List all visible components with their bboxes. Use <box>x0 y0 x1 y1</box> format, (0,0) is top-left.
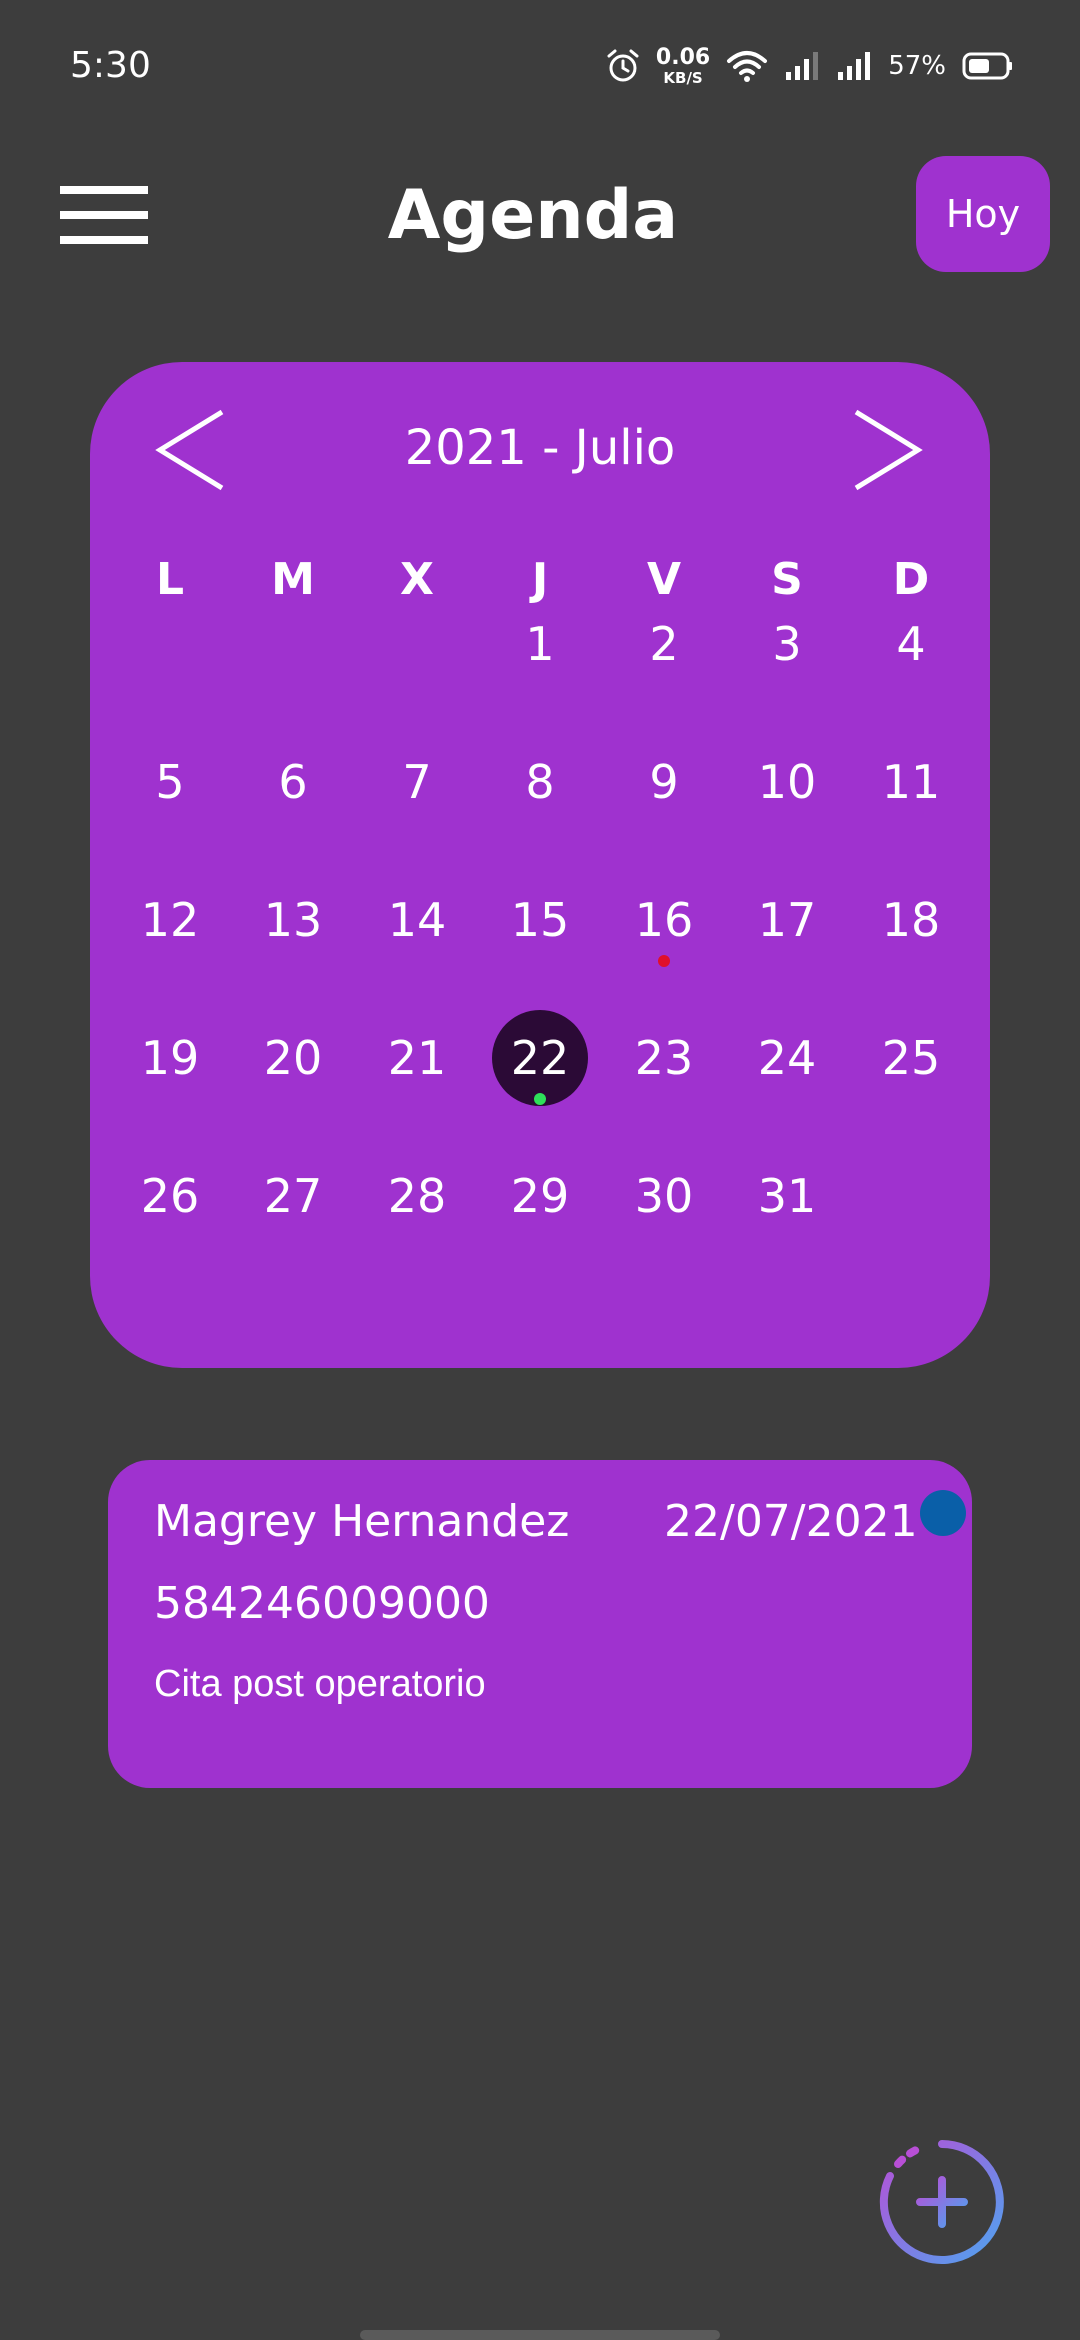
calendar-month-label: 2021 - Julio <box>404 420 676 476</box>
appointment-name: Magrey Hernandez <box>154 1496 570 1547</box>
calendar-day-number: 11 <box>881 755 941 809</box>
calendar-day-number: 22 <box>510 1031 570 1085</box>
calendar-day-number: 5 <box>155 755 185 809</box>
calendar-day-number: 4 <box>896 617 926 671</box>
appointment-phone: 584246009000 <box>154 1578 490 1629</box>
calendar-day-number: 23 <box>634 1031 694 1085</box>
calendar-day[interactable]: 13 <box>238 865 348 975</box>
net-speed: 0.06 KB/S <box>655 44 711 87</box>
calendar-day[interactable]: 8 <box>485 727 595 837</box>
alarm-icon <box>606 48 640 84</box>
calendar-day-number: 28 <box>387 1169 447 1223</box>
calendar-day[interactable]: 15 <box>485 865 595 975</box>
chevron-left-icon[interactable] <box>150 400 230 500</box>
calendar-day[interactable]: 17 <box>732 865 842 975</box>
calendar-day-number: 7 <box>402 755 432 809</box>
event-marker-dot <box>658 955 670 967</box>
calendar-day-number: 30 <box>634 1169 694 1223</box>
calendar-day-number: 31 <box>757 1169 817 1223</box>
calendar-day[interactable]: 4 <box>856 589 966 699</box>
calendar-day[interactable]: 1 <box>485 589 595 699</box>
calendar-day-number: 15 <box>510 893 570 947</box>
home-indicator <box>360 2330 720 2340</box>
weekday-label: X <box>400 554 434 605</box>
calendar-day[interactable]: 31 <box>732 1141 842 1251</box>
calendar-day-number: 9 <box>649 755 679 809</box>
add-appointment-button[interactable] <box>876 2136 1008 2268</box>
appointment-note: Cita post operatorio <box>154 1663 486 1705</box>
battery-icon <box>962 51 1014 81</box>
net-speed-value: 0.06 <box>655 44 711 70</box>
status-time: 5:30 <box>70 45 151 86</box>
calendar-day[interactable]: 25 <box>856 1003 966 1113</box>
calendar-day[interactable]: 24 <box>732 1003 842 1113</box>
calendar-day-number: 3 <box>772 617 802 671</box>
calendar-day-number: 18 <box>881 893 941 947</box>
weekday-label: L <box>155 554 185 605</box>
calendar-day[interactable]: 7 <box>362 727 472 837</box>
calendar-day[interactable]: 19 <box>115 1003 225 1113</box>
calendar-day[interactable]: 29 <box>485 1141 595 1251</box>
calendar-day-number: 6 <box>278 755 308 809</box>
calendar-day[interactable]: 14 <box>362 865 472 975</box>
calendar-day-number: 12 <box>140 893 200 947</box>
calendar-day-number: 16 <box>634 893 694 947</box>
calendar-day[interactable]: 6 <box>238 727 348 837</box>
calendar-day[interactable]: 23 <box>609 1003 719 1113</box>
calendar-day-number: 17 <box>757 893 817 947</box>
calendar-day[interactable]: 27 <box>238 1141 348 1251</box>
calendar-day[interactable]: 26 <box>115 1141 225 1251</box>
calendar-day-number: 25 <box>881 1031 941 1085</box>
signal-icon <box>836 50 872 82</box>
event-marker-dot <box>534 1093 546 1105</box>
calendar-day-number: 20 <box>263 1031 323 1085</box>
calendar-day[interactable]: 12 <box>115 865 225 975</box>
calendar-day-number: 10 <box>757 755 817 809</box>
status-bar: 5:30 0.06 KB/S 57% <box>0 0 1080 130</box>
calendar-day-number: 24 <box>757 1031 817 1085</box>
calendar-day[interactable]: 11 <box>856 727 966 837</box>
calendar-day-number: 1 <box>525 617 555 671</box>
calendar-day-number: 14 <box>387 893 447 947</box>
calendar-day[interactable]: 5 <box>115 727 225 837</box>
calendar-day-number: 8 <box>525 755 555 809</box>
appointment-status-dot <box>920 1490 966 1536</box>
appointment-date: 22/07/2021 <box>664 1496 918 1547</box>
weekday-label: M <box>271 554 315 605</box>
screen: 5:30 0.06 KB/S 57% Agenda Hoy 2021 - Jul… <box>0 0 1080 2340</box>
calendar-day[interactable]: 10 <box>732 727 842 837</box>
calendar-day[interactable]: 20 <box>238 1003 348 1113</box>
battery-percent: 57% <box>888 51 946 81</box>
net-speed-unit: KB/S <box>663 68 703 87</box>
calendar-day[interactable]: 16 <box>609 865 719 975</box>
calendar-day[interactable]: 9 <box>609 727 719 837</box>
status-icons: 0.06 KB/S 57% <box>606 44 1014 88</box>
calendar-day-number: 21 <box>387 1031 447 1085</box>
page-title: Agenda <box>387 176 679 255</box>
calendar-day[interactable]: 3 <box>732 589 842 699</box>
chevron-right-icon[interactable] <box>848 400 928 500</box>
calendar-day-number: 13 <box>263 893 323 947</box>
wifi-icon <box>726 49 768 83</box>
calendar-day-number: 27 <box>263 1169 323 1223</box>
calendar-day[interactable]: 21 <box>362 1003 472 1113</box>
calendar-day[interactable]: 2 <box>609 589 719 699</box>
add-icon <box>879 2140 1004 2264</box>
calendar-day[interactable]: 28 <box>362 1141 472 1251</box>
calendar-day[interactable]: 22 <box>485 1003 595 1113</box>
calendar-day[interactable]: 30 <box>609 1141 719 1251</box>
calendar-day-number: 26 <box>140 1169 200 1223</box>
today-button[interactable]: Hoy <box>916 156 1050 272</box>
calendar-day-number: 29 <box>510 1169 570 1223</box>
calendar-day[interactable]: 18 <box>856 865 966 975</box>
calendar-day-number: 2 <box>649 617 679 671</box>
calendar-day-number: 19 <box>140 1031 200 1085</box>
signal-icon <box>784 50 820 82</box>
